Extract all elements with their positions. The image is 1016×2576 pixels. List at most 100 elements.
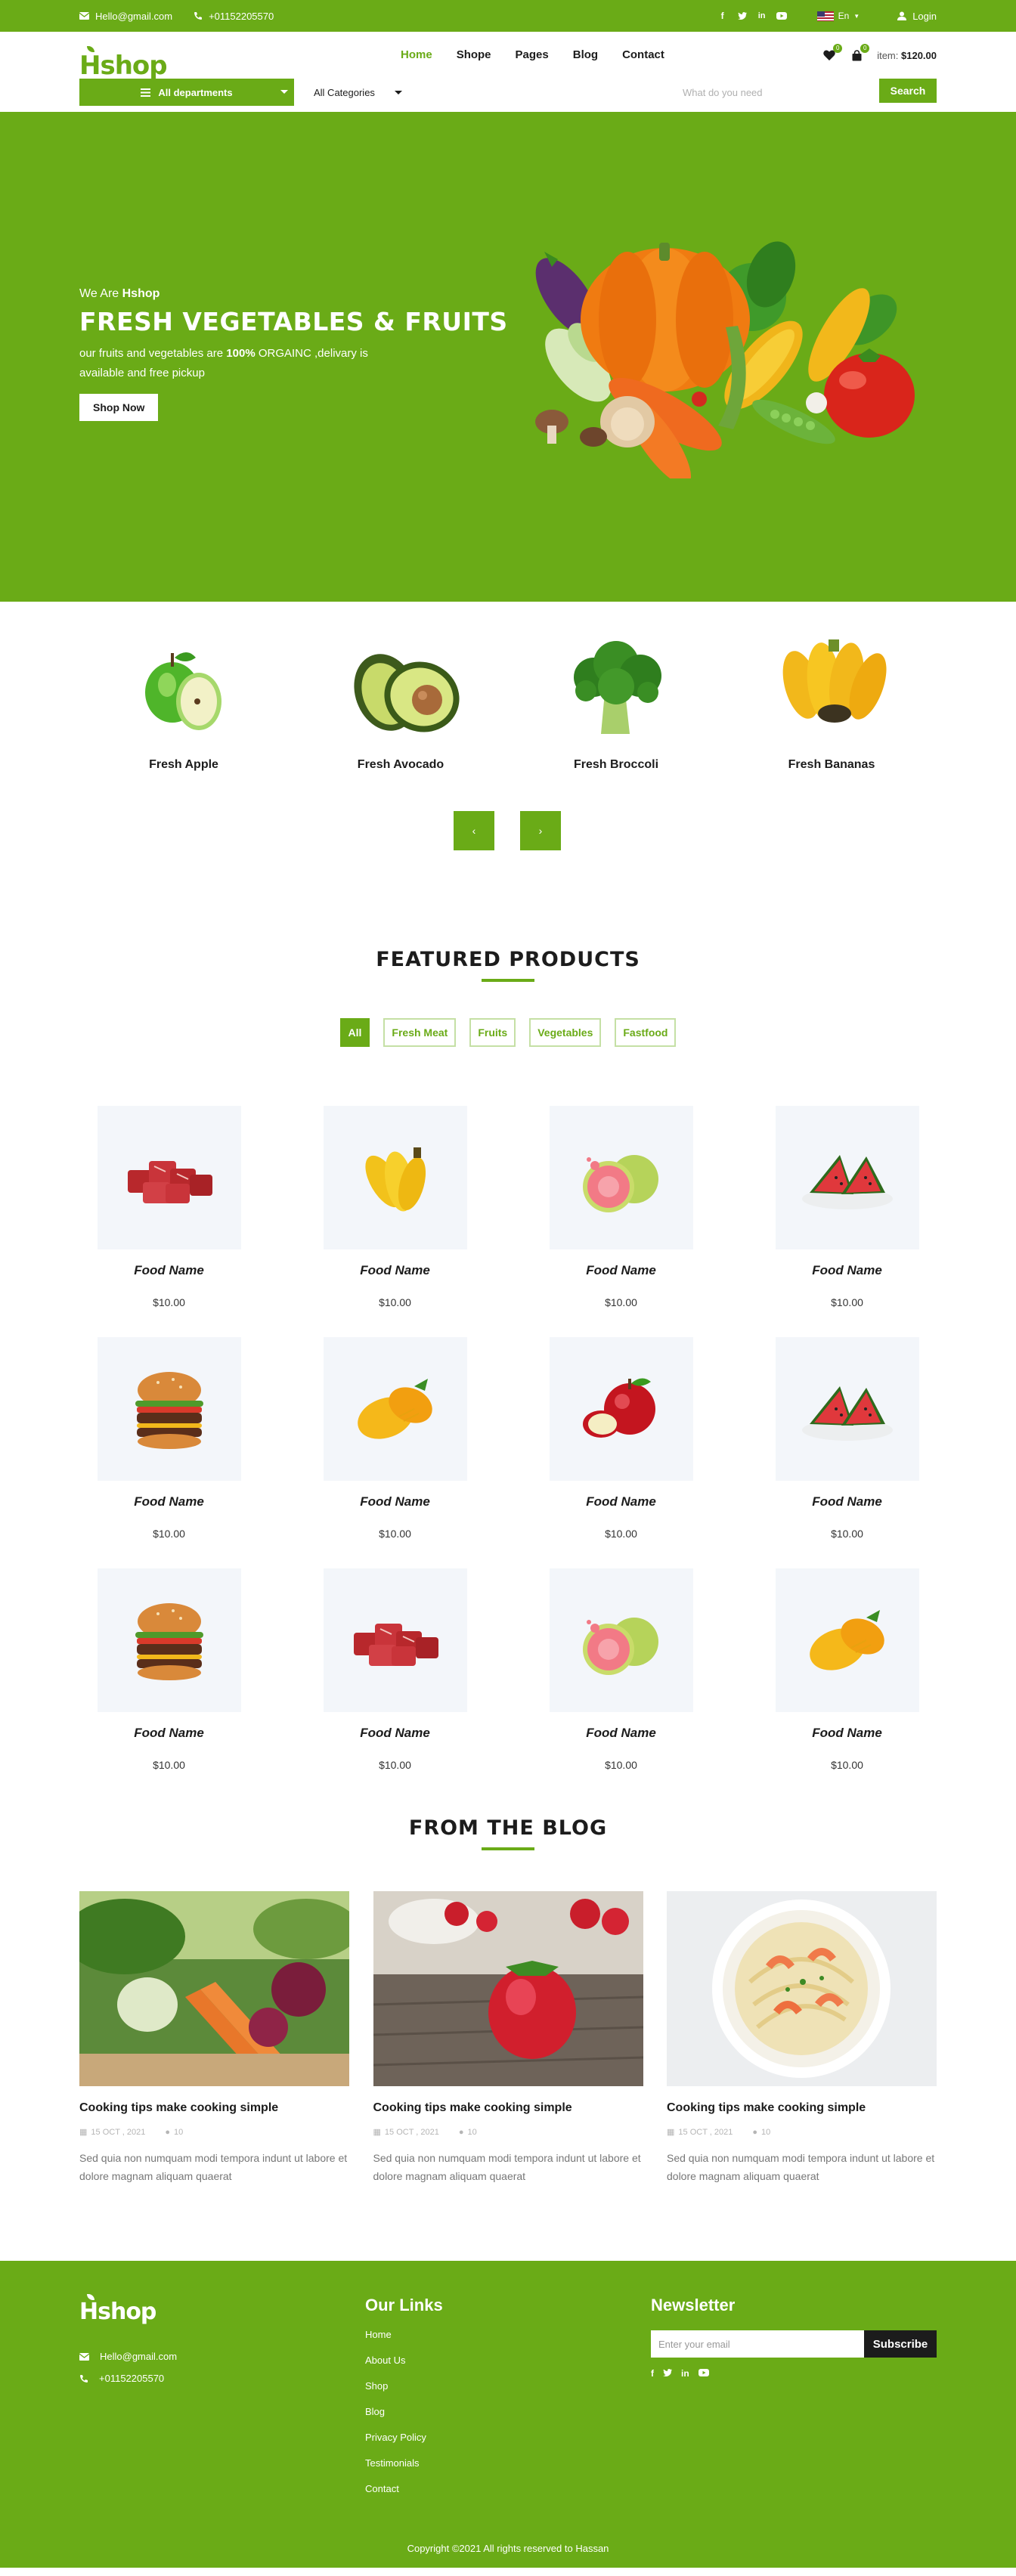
youtube-icon[interactable] <box>698 2368 709 2379</box>
product-card[interactable]: Food Name $10.00 <box>734 1568 960 1771</box>
post-comments: ● 10 <box>752 2127 770 2137</box>
product-image[interactable] <box>549 1106 693 1249</box>
product-image[interactable] <box>323 1106 467 1249</box>
blog-post[interactable]: Cooking tips make cooking simple ▦ 15 OCT… <box>79 1891 349 2185</box>
product-image[interactable] <box>97 1568 241 1712</box>
product-card[interactable]: Food Name $10.00 <box>508 1568 734 1771</box>
filter-vegetables[interactable]: Vegetables <box>529 1018 602 1047</box>
filter-fruits[interactable]: Fruits <box>469 1018 516 1047</box>
product-image[interactable] <box>549 1337 693 1481</box>
product-image[interactable] <box>775 1568 919 1712</box>
subscribe-button[interactable]: Subscribe <box>864 2330 937 2358</box>
footer-link-shop[interactable]: Shop <box>365 2380 443 2392</box>
blog-post-title[interactable]: Cooking tips make cooking simple <box>667 2101 937 2115</box>
search-button[interactable]: Search <box>879 79 937 103</box>
product-image[interactable] <box>775 1337 919 1481</box>
blog-post[interactable]: Cooking tips make cooking simple ▦ 15 OCT… <box>667 1891 937 2185</box>
newsletter-email-input[interactable]: Enter your email <box>651 2330 864 2358</box>
product-name[interactable]: Food Name <box>508 1494 734 1509</box>
nav-blog[interactable]: Blog <box>573 48 598 61</box>
carousel-prev-button[interactable]: ‹ <box>454 811 494 850</box>
filter-all[interactable]: All <box>339 1018 370 1047</box>
product-name[interactable]: Food Name <box>282 1726 508 1741</box>
product-card[interactable]: Food Name $10.00 <box>734 1106 960 1308</box>
nav-pages[interactable]: Pages <box>516 48 549 61</box>
newsletter-title: Newsletter <box>651 2296 736 2314</box>
product-image[interactable] <box>323 1568 467 1712</box>
product-name[interactable]: Food Name <box>508 1726 734 1741</box>
product-card[interactable]: Food Name $10.00 <box>56 1337 282 1540</box>
carousel-next-button[interactable]: › <box>520 811 561 850</box>
search-input[interactable]: What do you need <box>683 79 879 106</box>
product-image[interactable] <box>323 1337 467 1481</box>
category-item[interactable]: Fresh Apple <box>108 632 259 772</box>
blog-post[interactable]: Cooking tips make cooking simple ▦ 15 OCT… <box>373 1891 643 2185</box>
blog-post-meta: ▦ 15 OCT , 2021 ● 10 <box>667 2127 937 2138</box>
login-link[interactable]: Login <box>897 11 937 22</box>
footer-link-home[interactable]: Home <box>365 2329 443 2340</box>
footer-link-about[interactable]: About Us <box>365 2355 443 2366</box>
product-name[interactable]: Food Name <box>734 1494 960 1509</box>
category-item[interactable]: Fresh Bananas <box>756 632 907 772</box>
blog-post-title[interactable]: Cooking tips make cooking simple <box>79 2101 349 2115</box>
filter-fastfood[interactable]: Fastfood <box>615 1018 677 1047</box>
product-card[interactable]: Food Name $10.00 <box>508 1106 734 1308</box>
phone-icon <box>80 2374 88 2382</box>
product-card[interactable]: Food Name $10.00 <box>734 1337 960 1540</box>
product-card[interactable]: Food Name $10.00 <box>56 1106 282 1308</box>
footer-phone[interactable]: +01152205570 <box>79 2373 177 2384</box>
product-name[interactable]: Food Name <box>56 1263 282 1278</box>
hero-text: We Are Hshop FRESH VEGETABLES & FRUITS o… <box>79 287 508 421</box>
linkedin-icon[interactable]: in <box>757 11 767 21</box>
twitter-icon[interactable] <box>737 11 748 21</box>
linkedin-icon[interactable]: in <box>681 2368 689 2379</box>
product-name[interactable]: Food Name <box>734 1726 960 1741</box>
facebook-icon[interactable]: f <box>717 11 728 21</box>
footer-links: Home About Us Shop Blog Privacy Policy T… <box>365 2329 443 2494</box>
product-name[interactable]: Food Name <box>56 1726 282 1741</box>
product-card[interactable]: Food Name $10.00 <box>282 1106 508 1308</box>
footer-email[interactable]: Hello@gmail.com <box>79 2351 177 2362</box>
topbar-phone[interactable]: +01152205570 <box>194 11 274 22</box>
product-name[interactable]: Food Name <box>56 1494 282 1509</box>
nav-home[interactable]: Home <box>401 48 432 61</box>
blog-post-excerpt: Sed quia non numquam modi tempora indunt… <box>373 2152 641 2182</box>
product-name[interactable]: Food Name <box>282 1494 508 1509</box>
wishlist-button[interactable]: 0 <box>822 44 843 62</box>
categories-select[interactable]: All Categories <box>314 87 402 98</box>
blog-post-title[interactable]: Cooking tips make cooking simple <box>373 2101 643 2115</box>
footer-link-blog[interactable]: Blog <box>365 2406 443 2417</box>
footer-link-testimonials[interactable]: Testimonials <box>365 2457 443 2469</box>
product-card[interactable]: Food Name $10.00 <box>508 1337 734 1540</box>
footer-logo[interactable]: Hshop <box>79 2294 177 2325</box>
site-logo[interactable]: Hshop <box>79 46 168 81</box>
category-item[interactable]: Fresh Avocado <box>325 632 476 772</box>
product-name[interactable]: Food Name <box>734 1263 960 1278</box>
product-image[interactable] <box>775 1106 919 1249</box>
cart-button[interactable]: 0 <box>850 44 870 62</box>
youtube-icon[interactable] <box>776 11 787 21</box>
footer-link-contact[interactable]: Contact <box>365 2483 443 2494</box>
language-selector[interactable]: En ▼ <box>816 11 898 21</box>
departments-dropdown[interactable]: All departments <box>79 79 294 106</box>
nav-shope[interactable]: Shope <box>457 48 491 61</box>
facebook-icon[interactable]: f <box>651 2368 654 2379</box>
product-price: $10.00 <box>605 1528 637 1540</box>
filter-fresh-meat[interactable]: Fresh Meat <box>383 1018 457 1047</box>
hero-title: FRESH VEGETABLES & FRUITS <box>79 307 508 336</box>
footer-link-privacy[interactable]: Privacy Policy <box>365 2432 443 2443</box>
top-bar: Hello@gmail.com +01152205570 f in En ▼ L… <box>0 0 1016 32</box>
product-name[interactable]: Food Name <box>282 1263 508 1278</box>
product-image[interactable] <box>97 1337 241 1481</box>
topbar-email[interactable]: Hello@gmail.com <box>79 11 172 22</box>
twitter-icon[interactable] <box>663 2368 672 2379</box>
nav-contact[interactable]: Contact <box>622 48 664 61</box>
product-name[interactable]: Food Name <box>508 1263 734 1278</box>
category-item[interactable]: Fresh Broccoli <box>541 632 692 772</box>
product-card[interactable]: Food Name $10.00 <box>282 1568 508 1771</box>
product-card[interactable]: Food Name $10.00 <box>56 1568 282 1771</box>
shop-now-button[interactable]: Shop Now <box>79 394 159 421</box>
product-image[interactable] <box>97 1106 241 1249</box>
product-image[interactable] <box>549 1568 693 1712</box>
product-card[interactable]: Food Name $10.00 <box>282 1337 508 1540</box>
